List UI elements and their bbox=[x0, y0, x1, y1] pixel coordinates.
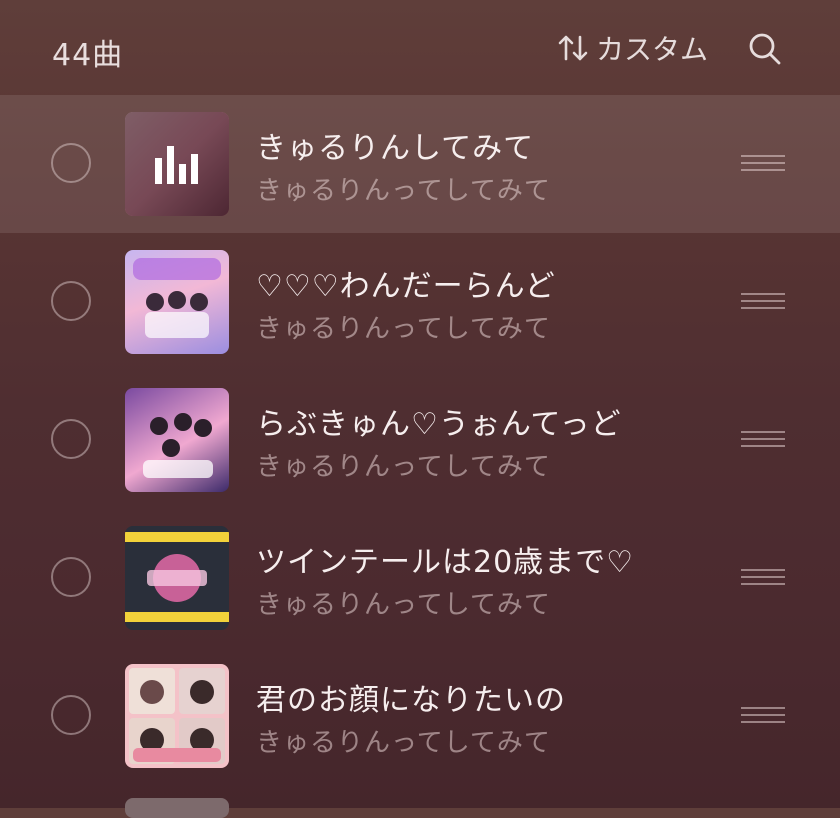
drag-handle-icon[interactable] bbox=[741, 569, 785, 587]
song-title: ツインテールは20歳まで♡ bbox=[256, 545, 635, 580]
drag-handle-icon[interactable] bbox=[741, 707, 785, 725]
now-playing-equalizer-icon bbox=[125, 112, 229, 216]
song-row[interactable]: 君のお顔になりたいの きゅるりんってしてみて bbox=[0, 647, 840, 785]
album-cover bbox=[125, 388, 229, 492]
song-title: ♡♡♡わんだーらんど bbox=[256, 269, 556, 304]
select-radio[interactable] bbox=[51, 557, 91, 597]
select-radio[interactable] bbox=[51, 695, 91, 735]
sort-button[interactable]: カスタム bbox=[556, 28, 708, 68]
song-title: きゅるりんしてみて bbox=[256, 131, 535, 166]
song-artist: きゅるりんってしてみて bbox=[256, 728, 551, 758]
sort-arrows-icon bbox=[556, 31, 590, 65]
song-list: きゅるりんしてみて きゅるりんってしてみて ♡♡♡わんだーらんど きゅるりんって… bbox=[0, 95, 840, 785]
drag-handle-icon[interactable] bbox=[741, 431, 785, 449]
album-cover bbox=[125, 526, 229, 630]
song-artist: きゅるりんってしてみて bbox=[256, 452, 551, 482]
search-icon bbox=[746, 33, 784, 72]
song-row[interactable]: ツインテールは20歳まで♡ きゅるりんってしてみて bbox=[0, 509, 840, 647]
album-cover bbox=[125, 664, 229, 768]
song-row[interactable]: ♡♡♡わんだーらんど きゅるりんってしてみて bbox=[0, 233, 840, 371]
album-cover-partial bbox=[125, 798, 229, 818]
song-artist: きゅるりんってしてみて bbox=[256, 590, 551, 620]
drag-handle-icon[interactable] bbox=[741, 293, 785, 311]
select-radio[interactable] bbox=[51, 143, 91, 183]
album-cover bbox=[125, 112, 229, 216]
song-title: 君のお顔になりたいの bbox=[256, 683, 566, 718]
drag-handle-icon[interactable] bbox=[741, 155, 785, 173]
select-radio[interactable] bbox=[51, 281, 91, 321]
search-button[interactable] bbox=[746, 30, 784, 68]
song-count: 44曲 bbox=[52, 38, 124, 73]
sort-label: カスタム bbox=[596, 33, 709, 66]
song-row[interactable]: きゅるりんしてみて きゅるりんってしてみて bbox=[0, 95, 840, 233]
song-row[interactable]: らぶきゅん♡うぉんてっど きゅるりんってしてみて bbox=[0, 371, 840, 509]
list-header: 44曲 カスタム bbox=[0, 0, 840, 95]
song-title: らぶきゅん♡うぉんてっど bbox=[256, 407, 622, 442]
select-radio[interactable] bbox=[51, 419, 91, 459]
album-cover bbox=[125, 250, 229, 354]
song-artist: きゅるりんってしてみて bbox=[256, 176, 551, 206]
song-artist: きゅるりんってしてみて bbox=[256, 314, 551, 344]
